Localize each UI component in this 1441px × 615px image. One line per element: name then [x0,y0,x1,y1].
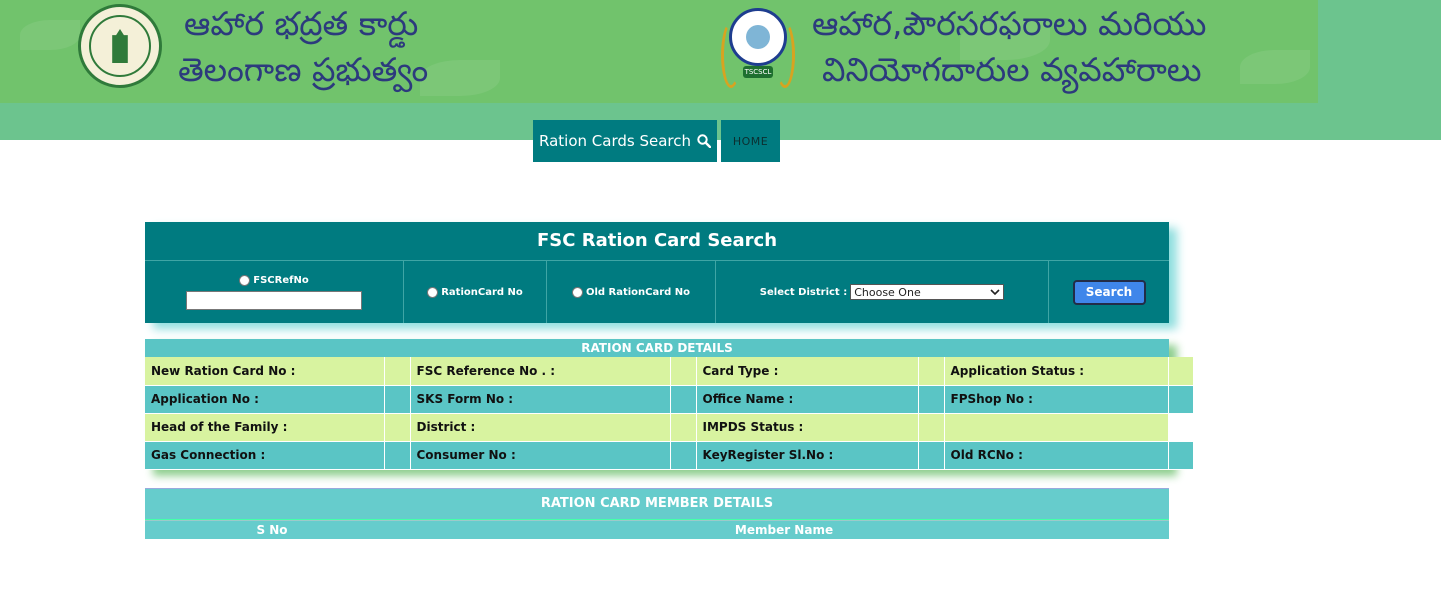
detail-label: Consumer No : [410,441,671,470]
ration-card-option: RationCard No [427,286,523,298]
detail-value [1168,385,1194,414]
ration-card-radio[interactable] [427,286,439,298]
district-cell: Select District : Choose One [716,261,1049,323]
fsc-ref-cell: FSCRefNo [145,261,404,323]
detail-label: KeyRegister Sl.No : [696,441,919,470]
detail-label: Old RCNo : [944,441,1169,470]
col-member-name-header: Member Name [734,523,834,537]
telangana-emblem-icon [78,4,162,88]
detail-label: Gas Connection : [145,441,385,470]
detail-value [918,385,945,414]
emblem-tower [112,29,128,63]
detail-value [1168,413,1194,442]
old-ration-card-option: Old RationCard No [571,286,691,298]
detail-value [384,357,411,386]
col-sno-header: S No [256,523,288,537]
chevron-down-icon [990,289,1000,296]
logo-tag: TSCSCL [743,66,773,78]
leaf-decoration [20,20,80,50]
detail-value [670,385,697,414]
detail-label: Application Status : [944,357,1169,386]
logo-disc [729,8,787,66]
search-button-cell: Search [1049,261,1169,323]
district-selected-value: Choose One [854,285,921,299]
table-row: Gas Connection : Consumer No : KeyRegist… [145,441,1194,470]
search-button[interactable]: Search [1072,279,1146,305]
ration-card-label: RationCard No [441,286,523,298]
detail-label: District : [410,413,671,442]
nav-home[interactable]: HOME [721,120,780,162]
detail-value [384,441,411,470]
detail-label: Card Type : [696,357,919,386]
fsc-ref-input[interactable] [186,290,362,310]
search-icon [697,134,711,148]
detail-label [944,413,1169,442]
detail-value [918,357,945,386]
ration-card-details: RATION CARD DETAILS New Ration Card No :… [145,339,1194,470]
fsc-ref-radio[interactable] [239,274,251,286]
detail-value [670,413,697,442]
detail-value [918,413,945,442]
table-row: Application No : SKS Form No : Office Na… [145,385,1194,414]
old-ration-card-cell: Old RationCard No [547,261,716,323]
ration-card-cell: RationCard No [404,261,547,323]
fsc-ref-label: FSCRefNo [253,274,309,286]
nav-search-label: Ration Cards Search [539,132,691,150]
member-table-header: S No Member Name [145,520,1169,539]
search-row: FSCRefNo RationCard No Old RationCard No… [145,261,1169,323]
detail-label: FSC Reference No . : [410,357,671,386]
nav-ration-cards-search[interactable]: Ration Cards Search [533,120,717,162]
table-row: New Ration Card No : FSC Reference No . … [145,357,1194,386]
table-row: Head of the Family : District : IMPDS St… [145,413,1194,442]
member-details: RATION CARD MEMBER DETAILS S No Member N… [145,488,1169,539]
detail-label: SKS Form No : [410,385,671,414]
old-ration-card-label: Old RationCard No [585,286,691,298]
detail-value [918,441,945,470]
detail-label: Head of the Family : [145,413,385,442]
detail-label: FPShop No : [944,385,1169,414]
detail-label: Application No : [145,385,385,414]
detail-value [1168,441,1194,470]
left-title-line1: ఆహార భద్రత కార్డు [184,4,419,43]
detail-value [384,385,411,414]
details-title: RATION CARD DETAILS [145,339,1169,357]
old-ration-card-radio[interactable] [571,286,583,298]
detail-value [384,413,411,442]
member-details-title: RATION CARD MEMBER DETAILS [145,488,1169,520]
search-panel: FSC Ration Card Search FSCRefNo RationCa… [145,222,1169,323]
detail-label: New Ration Card No : [145,357,385,386]
leaf-decoration [1240,50,1310,84]
detail-label: IMPDS Status : [696,413,919,442]
header-banner-inner: ఆహార భద్రత కార్డు తెలంగాణ ప్రభుత్వం TSCS… [0,0,1318,103]
detail-label: Office Name : [696,385,919,414]
detail-value [670,441,697,470]
tscscl-logo-icon: TSCSCL [721,6,795,88]
fsc-ref-option: FSCRefNo [239,274,309,286]
header-banner: ఆహార భద్రత కార్డు తెలంగాణ ప్రభుత్వం TSCS… [0,0,1441,140]
emblem-ring [89,15,151,77]
district-line: Select District : Choose One [759,284,1005,300]
right-title-line1: ఆహార,పౌరసరఫరాలు మరియు [812,4,1207,43]
detail-value [1168,357,1194,386]
details-table: New Ration Card No : FSC Reference No . … [145,357,1194,470]
district-label: Select District : [759,286,848,298]
search-panel-title: FSC Ration Card Search [145,222,1169,261]
district-select[interactable]: Choose One [850,284,1005,300]
right-title-line2: వినియోగదారుల వ్యవహారాలు [822,50,1202,89]
detail-value [670,357,697,386]
left-title-line2: తెలంగాణ ప్రభుత్వం [178,50,429,89]
leaf-decoration [420,60,500,96]
